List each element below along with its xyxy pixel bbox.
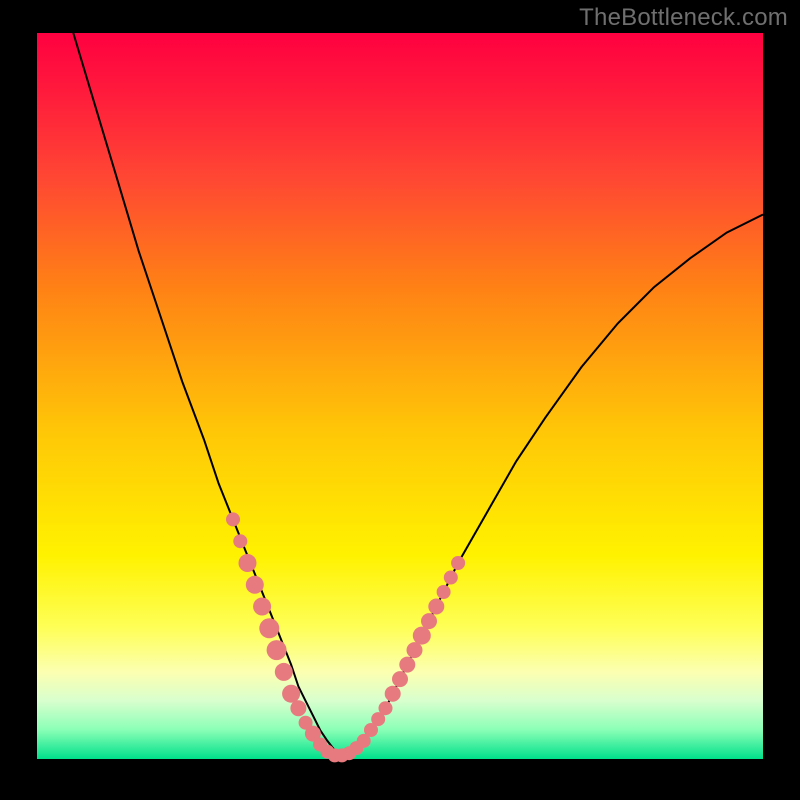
data-marker	[259, 618, 279, 638]
data-marker	[267, 640, 287, 660]
data-marker	[392, 671, 408, 687]
data-marker	[246, 576, 264, 594]
data-marker	[444, 571, 458, 585]
data-marker	[226, 512, 240, 526]
data-marker	[437, 585, 451, 599]
data-marker	[421, 613, 437, 629]
bottleneck-curve-plot	[0, 0, 800, 800]
plot-area	[37, 33, 763, 759]
data-marker	[407, 642, 423, 658]
data-marker	[253, 598, 271, 616]
data-marker	[282, 685, 300, 703]
data-marker	[385, 686, 401, 702]
data-marker	[290, 700, 306, 716]
data-marker	[413, 627, 431, 645]
data-marker	[428, 599, 444, 615]
data-marker	[451, 556, 465, 570]
data-marker	[275, 663, 293, 681]
data-marker	[233, 534, 247, 548]
data-marker	[379, 701, 393, 715]
chart-frame: TheBottleneck.com	[0, 0, 800, 800]
data-marker	[239, 554, 257, 572]
data-marker	[399, 657, 415, 673]
